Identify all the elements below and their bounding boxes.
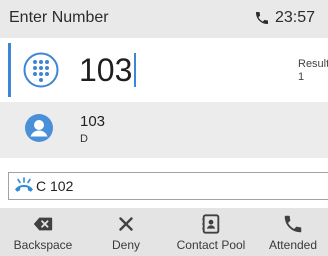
contact-book-icon [202,214,220,234]
title-bar: Enter Number 23:57 [0,0,328,38]
result-name: 103 [80,113,106,130]
results-label: Result [298,58,328,70]
softkey-bar: Backspace Deny Contact Pool Attended [0,208,328,256]
active-call-label: C 102 [36,178,74,194]
deny-label: Deny [111,238,140,252]
close-icon [119,217,133,231]
dialed-number-input[interactable]: 103 [79,48,137,92]
number-entry[interactable]: 103 Result 1 [0,38,328,102]
text-cursor [134,53,137,87]
dialed-number: 103 [79,51,133,88]
focus-accent-bar [8,43,11,97]
clock-time: 23:57 [275,9,316,26]
backspace-label: Backspace [13,238,73,252]
attended-button[interactable]: Attended [258,208,328,256]
search-result-item[interactable]: 103 D [0,102,328,158]
active-call-line[interactable]: C 102 [8,172,328,200]
dialpad-icon [23,52,59,88]
backspace-icon [33,217,53,231]
screen-title: Enter Number [9,9,109,26]
contact-avatar-icon [25,114,53,142]
status-clock: 23:57 [254,9,315,27]
phone-icon [284,215,302,233]
deny-button[interactable]: Deny [86,208,166,256]
contact-pool-button[interactable]: Contact Pool [169,208,253,256]
backspace-button[interactable]: Backspace [1,208,85,256]
phone-icon [256,12,268,24]
results-count: 1 [298,71,305,83]
call-hold-icon [15,177,33,192]
contact-pool-label: Contact Pool [176,238,246,252]
attended-label: Attended [268,238,318,252]
result-detail: D [80,133,88,145]
